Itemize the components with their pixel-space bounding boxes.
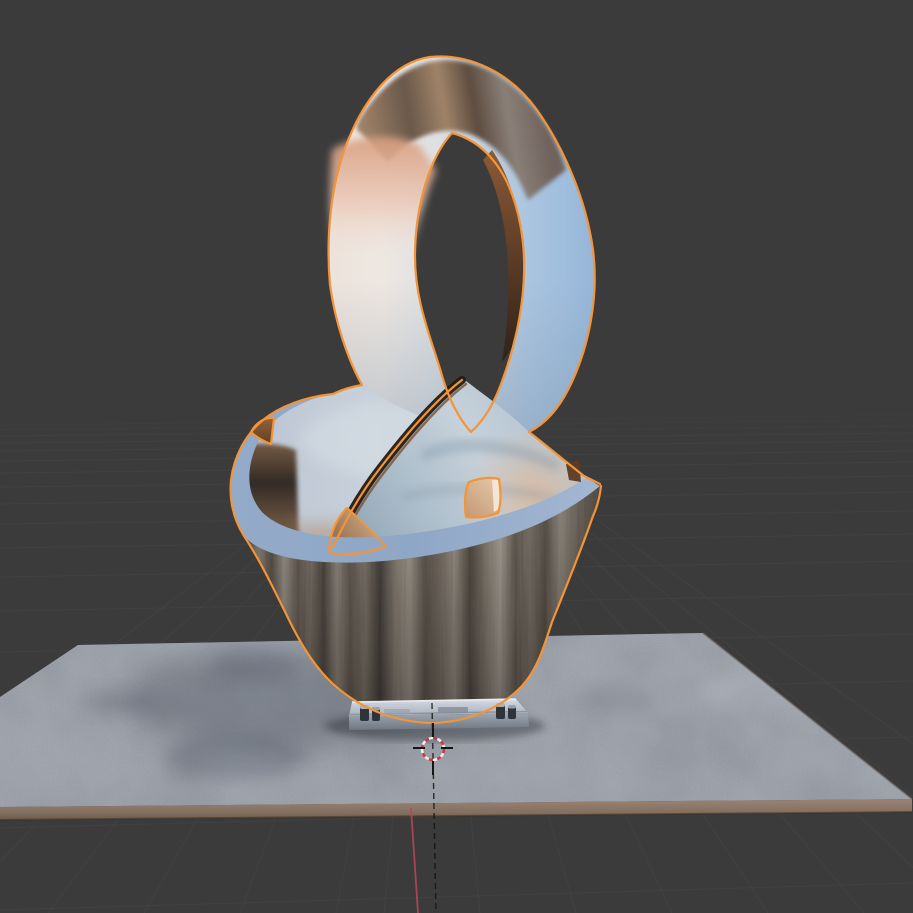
viewport-canvas[interactable] [0, 0, 913, 913]
blender-3d-viewport[interactable] [0, 0, 913, 913]
